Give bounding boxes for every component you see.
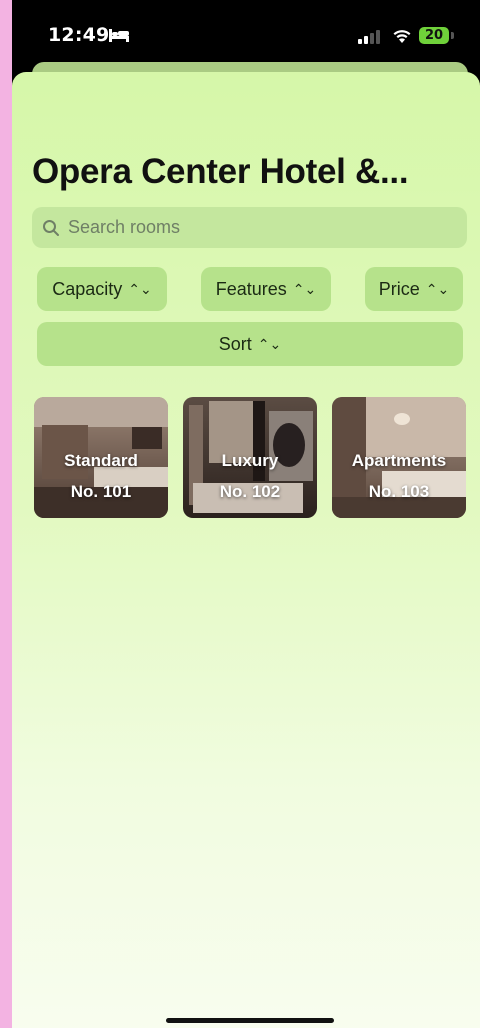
home-indicator[interactable] xyxy=(166,1018,334,1023)
page-title: Opera Center Hotel &... xyxy=(32,152,409,191)
capacity-filter-label: Capacity xyxy=(52,278,123,299)
room-label: Apartments No. 103 xyxy=(332,445,466,507)
room-type: Standard xyxy=(64,451,138,470)
price-filter-button[interactable]: Price ⌃⌄ xyxy=(365,267,463,311)
status-time: 12:49 xyxy=(48,24,110,46)
room-type: Luxury xyxy=(221,451,279,470)
battery-nub xyxy=(451,32,454,39)
features-filter-button[interactable]: Features ⌃⌄ xyxy=(201,267,331,311)
room-card-101[interactable]: Standard No. 101 xyxy=(34,397,168,518)
search-field[interactable]: Search rooms xyxy=(32,207,467,248)
room-number: No. 102 xyxy=(219,482,281,501)
up-down-chevron-icon: ⌃⌄ xyxy=(425,281,450,297)
room-type: Apartments xyxy=(351,451,447,470)
features-filter-label: Features xyxy=(215,278,287,299)
bed-icon xyxy=(109,29,129,42)
price-filter-label: Price xyxy=(378,278,420,299)
room-label: Standard No. 101 xyxy=(34,445,168,507)
up-down-chevron-icon: ⌃⌄ xyxy=(128,281,152,297)
capacity-filter-button[interactable]: Capacity ⌃⌄ xyxy=(37,267,167,311)
sort-button[interactable]: Sort ⌃⌄ xyxy=(37,322,463,366)
phone-screen: 12:49 20 Opera Center Hotel &... Search … xyxy=(12,0,480,1028)
room-number: No. 101 xyxy=(70,482,132,501)
room-card-103[interactable]: Apartments No. 103 xyxy=(332,397,466,518)
room-label: Luxury No. 102 xyxy=(183,445,317,507)
search-icon xyxy=(43,220,59,236)
up-down-chevron-icon: ⌃⌄ xyxy=(257,336,282,352)
battery-icon: 20 xyxy=(419,27,449,44)
room-number: No. 103 xyxy=(368,482,430,501)
signal-icon xyxy=(358,30,380,44)
wifi-icon xyxy=(393,30,411,43)
search-placeholder: Search rooms xyxy=(68,217,181,237)
up-down-chevron-icon: ⌃⌄ xyxy=(292,281,317,297)
sort-label: Sort xyxy=(218,333,252,354)
room-card-102[interactable]: Luxury No. 102 xyxy=(183,397,317,518)
